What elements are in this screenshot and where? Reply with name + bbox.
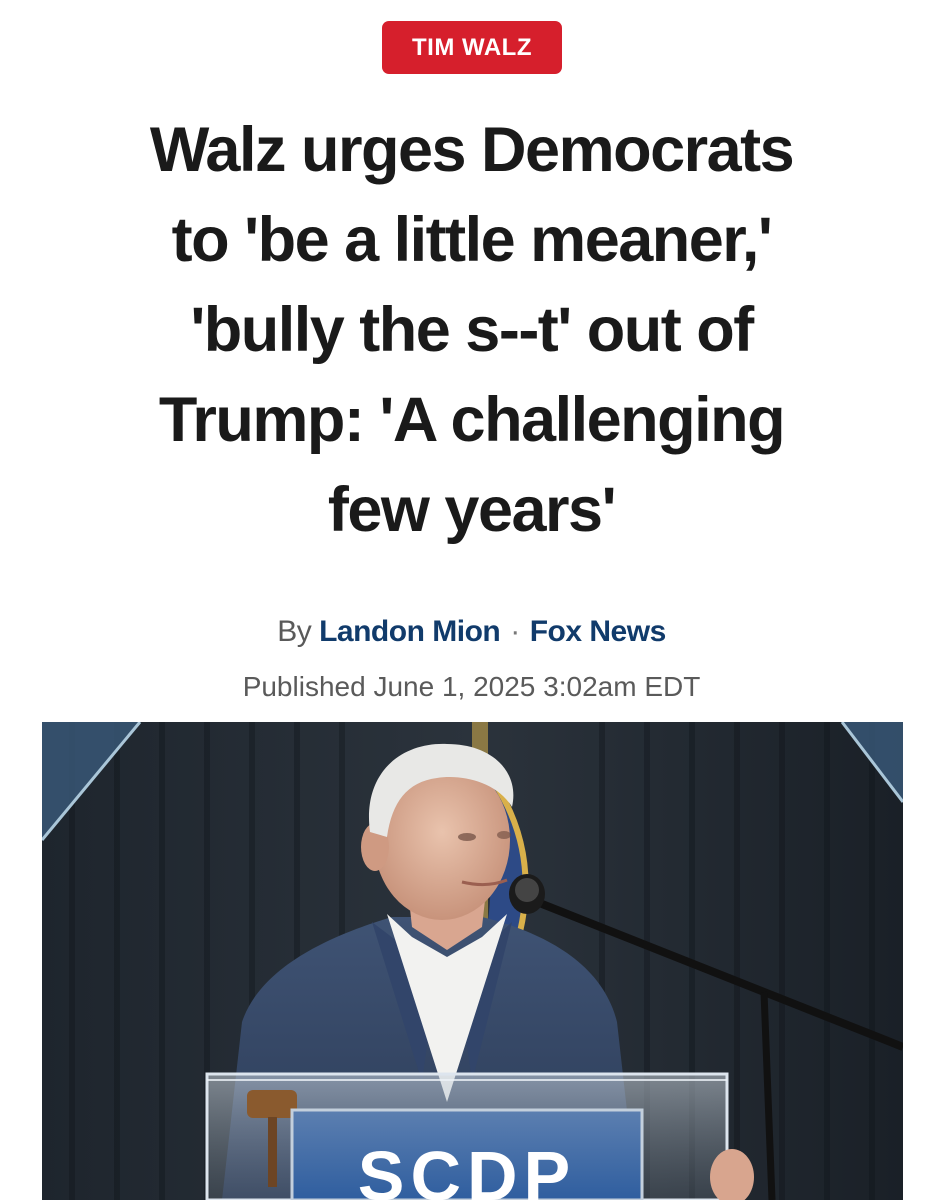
headline-line: 'bully the s--t' out of: [190, 295, 754, 365]
byline-prefix: By: [277, 615, 312, 648]
byline-separator: ·: [510, 615, 520, 648]
headline-line: to 'be a little meaner,': [171, 205, 773, 275]
outlet-link[interactable]: Fox News: [530, 615, 667, 648]
headline-line: Walz urges Democrats: [149, 115, 795, 185]
headline-line: Trump: 'A challenging: [158, 385, 786, 455]
author-link[interactable]: Landon Mion: [319, 615, 501, 648]
article-headline: Walz urges Democrats to 'be a little mea…: [40, 105, 903, 555]
headline-line: few years': [327, 475, 617, 545]
podium-sign-text: SCDP: [358, 1137, 576, 1200]
published-timestamp: Published June 1, 2025 3:02am EDT: [242, 671, 701, 702]
speaker-photo: SCDP: [42, 722, 903, 1200]
byline: By Landon Mion · Fox News: [0, 612, 943, 652]
topic-tag[interactable]: TIM WALZ: [382, 21, 562, 74]
article-hero-image[interactable]: SCDP: [42, 722, 903, 1200]
article-page: TIM WALZ Walz urges Democrats to 'be a l…: [0, 0, 943, 1200]
